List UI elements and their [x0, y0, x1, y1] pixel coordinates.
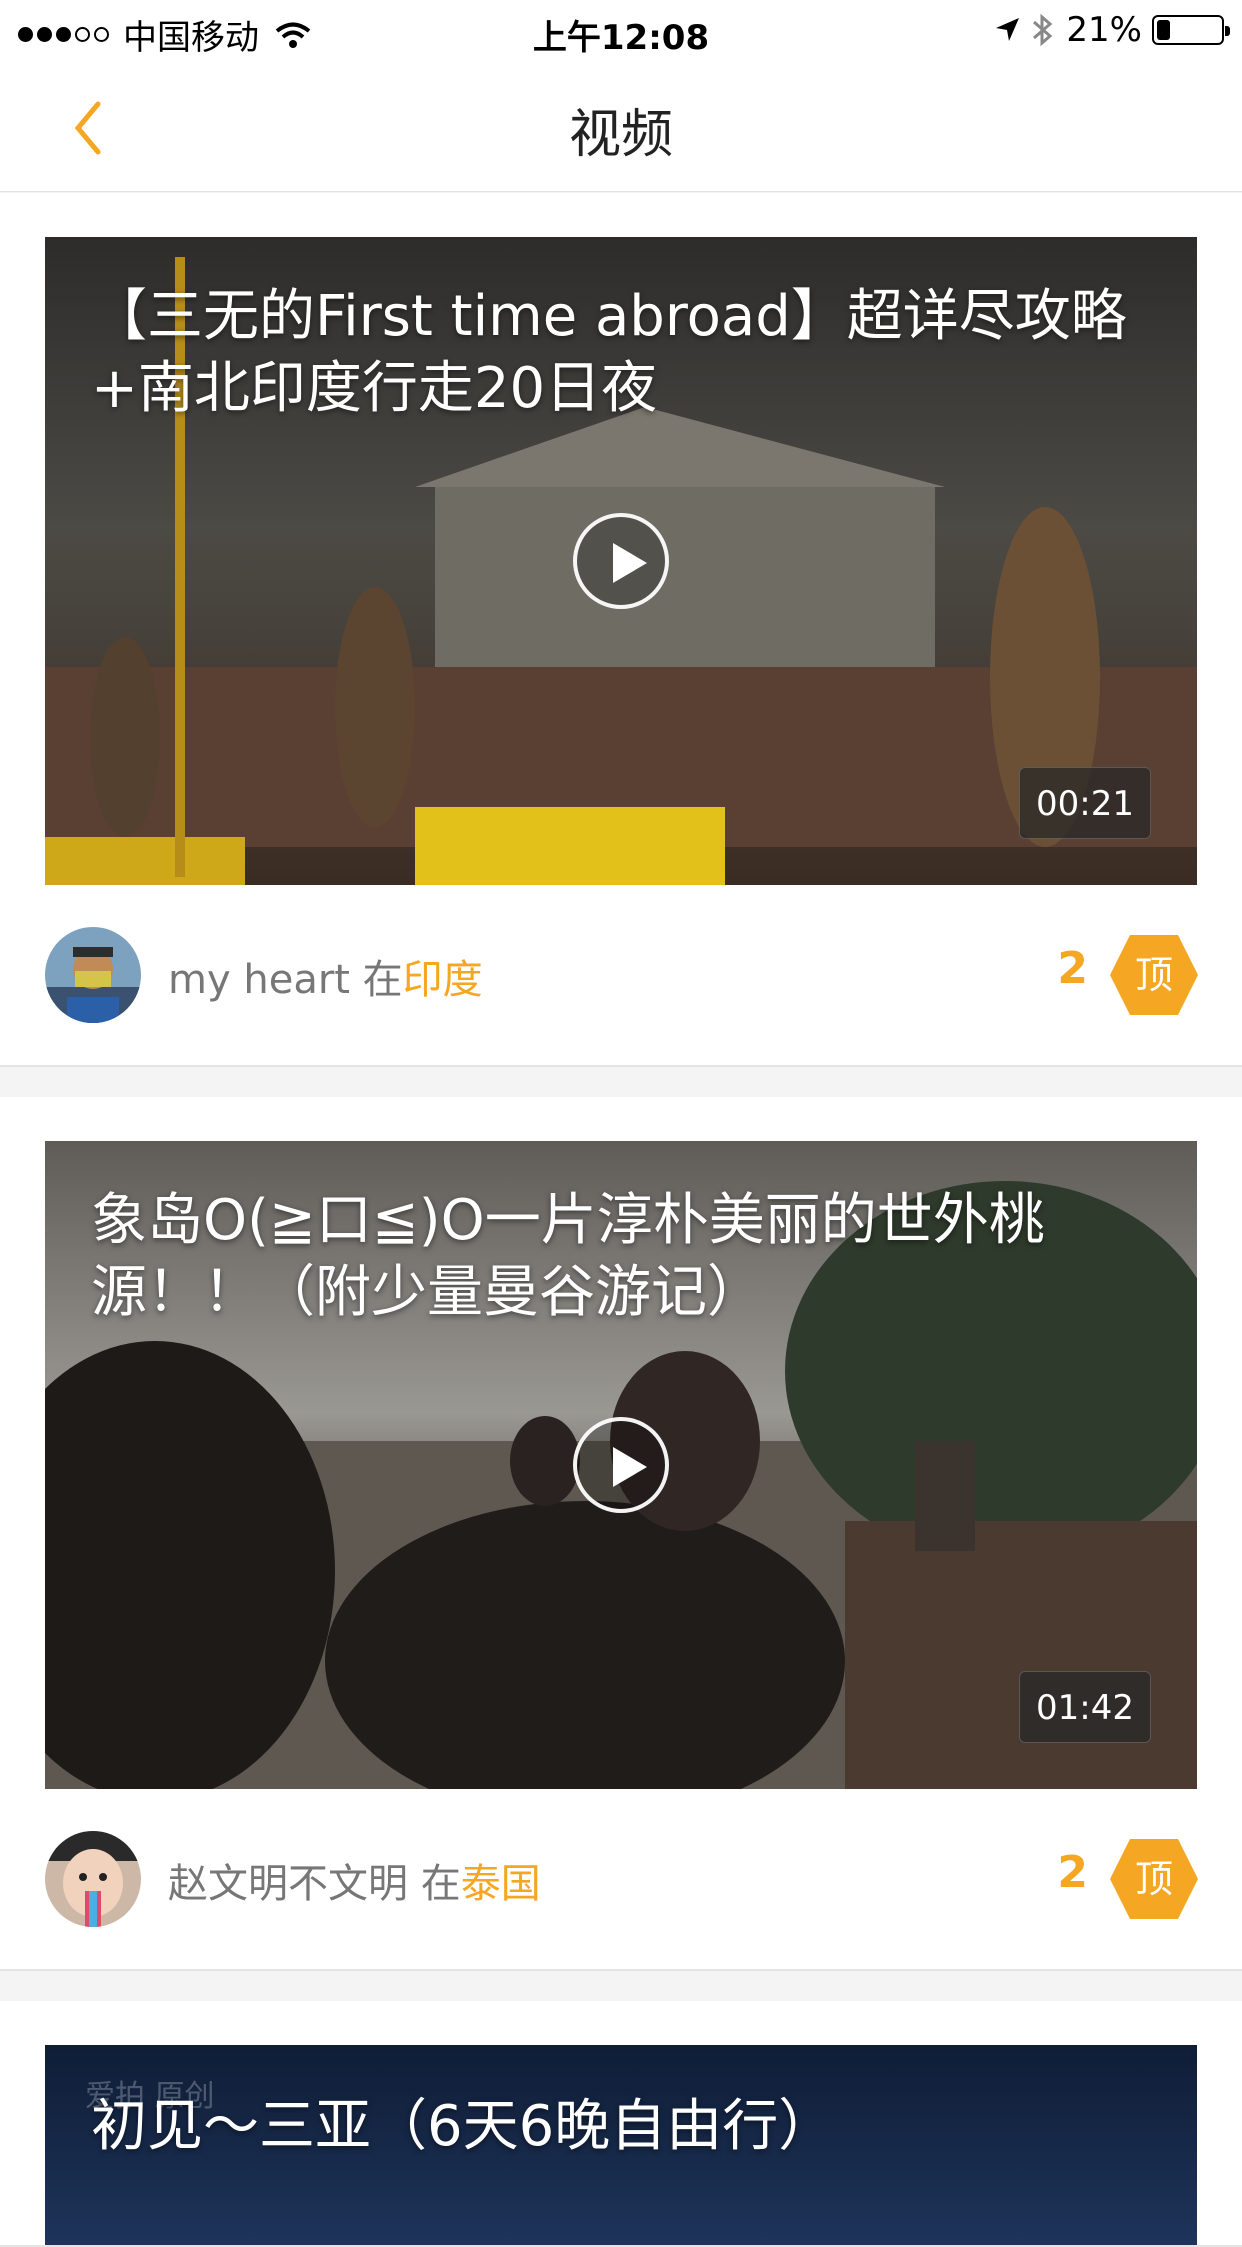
author-preposition: 在 — [408, 1861, 461, 1907]
author-line: 赵文明不文明 在泰国 — [168, 1851, 541, 1909]
place-link[interactable]: 印度 — [403, 957, 483, 1003]
upvote-button[interactable]: 顶 — [1108, 933, 1200, 1017]
upvote-button[interactable]: 顶 — [1108, 1837, 1200, 1921]
navigation-bar: 视频 — [0, 64, 1242, 192]
video-card[interactable]: 【三无的First time abroad】超详尽攻略+南北印度行走20日夜 0… — [0, 193, 1242, 1067]
like-count: 2 — [1057, 1847, 1088, 1898]
status-bar: 中国移动 上午12:08 21% — [0, 0, 1242, 64]
video-card[interactable]: 爱拍 原创 初见～三亚（6天6晚自由行） — [0, 2001, 1242, 2247]
video-title: 初见～三亚（6天6晚自由行） — [91, 2094, 835, 2159]
place-link[interactable]: 泰国 — [461, 1861, 541, 1907]
video-title: 【三无的First time abroad】超详尽攻略+南北印度行走20日夜 — [91, 284, 1127, 421]
author-name[interactable]: my heart — [168, 957, 350, 1003]
avatar[interactable] — [45, 1831, 141, 1927]
video-meta: 赵文明不文明 在泰国 2 顶 — [0, 1789, 1242, 1969]
video-card[interactable]: 象岛O(≧口≦)O一片淳朴美丽的世外桃源！！（附少量曼谷游记） 01:42 赵文… — [0, 1097, 1242, 1971]
play-button[interactable] — [573, 513, 669, 609]
location-arrow-icon — [996, 18, 1020, 41]
avatar[interactable] — [45, 927, 141, 1023]
upvote-label: 顶 — [1134, 953, 1173, 997]
bluetooth-icon — [1033, 13, 1053, 47]
video-thumbnail[interactable]: 【三无的First time abroad】超详尽攻略+南北印度行走20日夜 0… — [45, 237, 1197, 885]
battery-percent: 21% — [1066, 10, 1142, 50]
author-line: my heart 在印度 — [168, 947, 483, 1005]
video-duration: 01:42 — [1019, 1671, 1151, 1743]
author-preposition: 在 — [349, 957, 403, 1003]
video-duration: 00:21 — [1019, 767, 1151, 839]
like-count: 2 — [1057, 943, 1088, 994]
video-thumbnail[interactable]: 象岛O(≧口≦)O一片淳朴美丽的世外桃源！！（附少量曼谷游记） 01:42 — [45, 1141, 1197, 1789]
play-button[interactable] — [573, 1417, 669, 1513]
video-thumbnail[interactable]: 爱拍 原创 初见～三亚（6天6晚自由行） — [45, 2045, 1197, 2245]
page-title: 视频 — [568, 105, 673, 165]
upvote-label: 顶 — [1134, 1857, 1173, 1901]
video-title: 象岛O(≧口≦)O一片淳朴美丽的世外桃源！！（附少量曼谷游记） — [91, 1188, 1045, 1325]
status-right: 21% — [992, 10, 1230, 50]
author-name[interactable]: 赵文明不文明 — [168, 1861, 408, 1907]
video-feed[interactable]: 【三无的First time abroad】超详尽攻略+南北印度行走20日夜 0… — [0, 193, 1242, 2247]
battery-icon — [1152, 15, 1230, 45]
video-meta: my heart 在印度 2 顶 — [0, 885, 1242, 1065]
